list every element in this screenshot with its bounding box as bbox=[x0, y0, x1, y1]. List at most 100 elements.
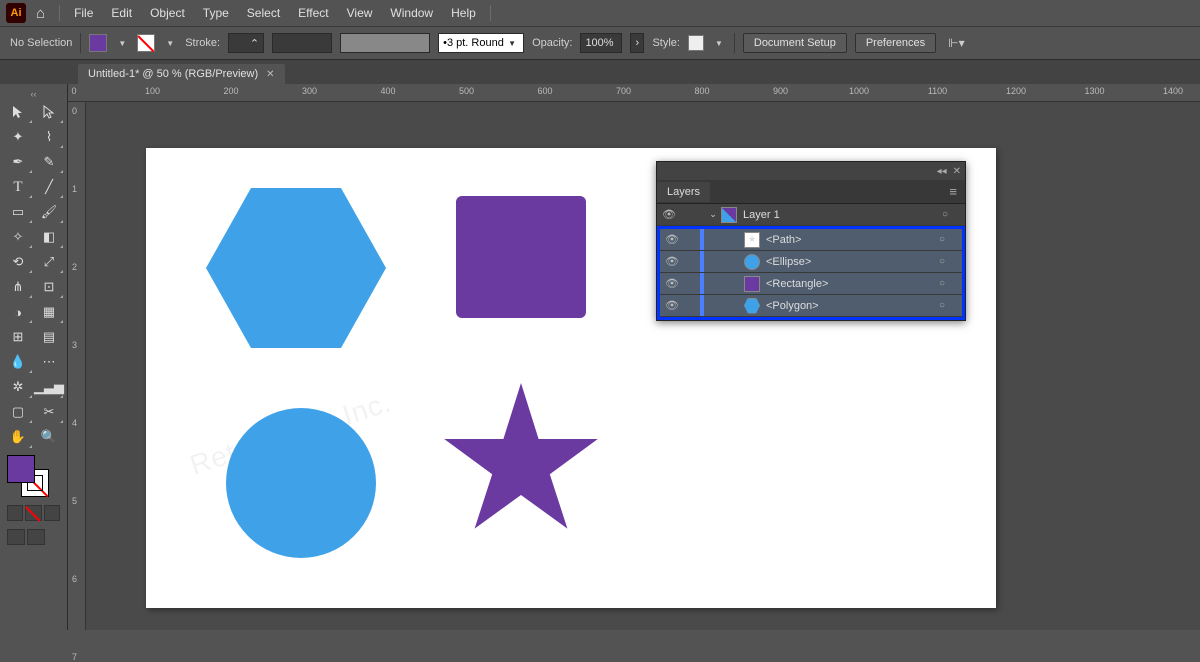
canvas-area[interactable]: Retouching Inc. ◂◂ ✕ Layers ≡ 👁 bbox=[86, 102, 1200, 630]
chevron-down-icon[interactable]: ▼ bbox=[115, 39, 129, 48]
gradient-tool[interactable]: ▤ bbox=[34, 325, 64, 349]
opacity-field[interactable]: 100% bbox=[580, 33, 622, 53]
wand-tool[interactable]: ✦ bbox=[3, 125, 33, 149]
target-icon[interactable]: ○ bbox=[935, 209, 955, 220]
selection-highlight: 👁 ★ <Path> ○ 👁 <Ellipse> bbox=[657, 226, 965, 320]
shaper-tool[interactable]: ✧ bbox=[3, 225, 33, 249]
color-modes[interactable] bbox=[3, 503, 64, 523]
layer-name[interactable]: <Ellipse> bbox=[766, 256, 811, 268]
chevron-down-icon[interactable]: ▼ bbox=[163, 39, 177, 48]
target-icon[interactable]: ○ bbox=[932, 278, 952, 289]
target-icon[interactable]: ○ bbox=[932, 300, 952, 311]
layer-name[interactable]: <Rectangle> bbox=[766, 278, 828, 290]
visibility-icon[interactable]: 👁 bbox=[660, 277, 684, 290]
document-setup-button[interactable]: Document Setup bbox=[743, 33, 847, 53]
curvature-tool[interactable]: ✎ bbox=[34, 150, 64, 174]
symbol-tool[interactable]: ✲ bbox=[3, 375, 33, 399]
star-path-shape[interactable] bbox=[441, 383, 601, 543]
artboard[interactable]: Retouching Inc. ◂◂ ✕ Layers ≡ 👁 bbox=[146, 148, 996, 608]
visibility-icon[interactable]: 👁 bbox=[660, 299, 684, 312]
mesh-tool[interactable]: ⊞ bbox=[3, 325, 33, 349]
layers-tab[interactable]: Layers bbox=[657, 182, 710, 202]
menu-file[interactable]: File bbox=[66, 3, 101, 23]
graph-tool[interactable]: ▁▃▅ bbox=[34, 375, 64, 399]
opacity-label: Opacity: bbox=[532, 37, 572, 49]
fill-swatch[interactable] bbox=[89, 34, 107, 52]
menu-effect[interactable]: Effect bbox=[290, 3, 336, 23]
layer-row-polygon[interactable]: 👁 <Polygon> ○ bbox=[660, 295, 962, 317]
layer-thumb bbox=[721, 207, 737, 223]
stroke-swatch[interactable] bbox=[137, 34, 155, 52]
menu-bar: Ai ⌂ File Edit Object Type Select Effect… bbox=[0, 0, 1200, 26]
chevron-down-icon[interactable]: ▼ bbox=[712, 39, 726, 48]
menu-select[interactable]: Select bbox=[239, 3, 288, 23]
width-tool[interactable]: ⋔ bbox=[3, 275, 33, 299]
menu-window[interactable]: Window bbox=[382, 3, 441, 23]
selection-tool[interactable] bbox=[3, 100, 33, 124]
menu-type[interactable]: Type bbox=[195, 3, 237, 23]
layer-row-ellipse[interactable]: 👁 <Ellipse> ○ bbox=[660, 251, 962, 273]
align-icon[interactable]: ⊩▾ bbox=[948, 36, 964, 50]
menu-view[interactable]: View bbox=[339, 3, 381, 23]
layers-panel[interactable]: ◂◂ ✕ Layers ≡ 👁 ⌄ Layer 1 ○ bbox=[656, 161, 966, 321]
menu-help[interactable]: Help bbox=[443, 3, 484, 23]
visibility-icon[interactable]: 👁 bbox=[660, 255, 684, 268]
screen-modes[interactable] bbox=[3, 527, 64, 547]
fill-box[interactable] bbox=[7, 455, 35, 483]
blend-tool[interactable]: ⋯ bbox=[34, 350, 64, 374]
opacity-arrow[interactable]: › bbox=[630, 33, 644, 53]
perspective-tool[interactable]: ▦ bbox=[34, 300, 64, 324]
rectangle-tool[interactable]: ▭ bbox=[3, 200, 33, 224]
panel-collapse-icon[interactable]: ◂◂ bbox=[937, 166, 947, 177]
free-transform-tool[interactable]: ⊡ bbox=[34, 275, 64, 299]
expand-icon[interactable]: ⌄ bbox=[705, 209, 721, 220]
horizontal-ruler[interactable]: 0100200300400500600700800900100011001200… bbox=[68, 84, 1200, 102]
menu-object[interactable]: Object bbox=[142, 3, 193, 23]
eyedropper-tool[interactable]: 💧 bbox=[3, 350, 33, 374]
layer-row-rectangle[interactable]: 👁 <Rectangle> ○ bbox=[660, 273, 962, 295]
line-tool[interactable]: ╱ bbox=[34, 175, 64, 199]
brush-label: 3 pt. Round bbox=[447, 37, 504, 49]
scale-tool[interactable]: ⤢ bbox=[34, 250, 64, 274]
style-swatch[interactable] bbox=[688, 35, 704, 51]
brush-tool[interactable]: 🖌 bbox=[34, 200, 64, 224]
stroke-profile[interactable] bbox=[272, 33, 332, 53]
lasso-tool[interactable]: ⌇ bbox=[34, 125, 64, 149]
layer-row-path[interactable]: 👁 ★ <Path> ○ bbox=[660, 229, 962, 251]
target-icon[interactable]: ○ bbox=[932, 234, 952, 245]
brush-select[interactable]: • 3 pt. Round ▼ bbox=[438, 33, 524, 53]
vertical-ruler[interactable]: 01234567 bbox=[68, 102, 86, 630]
eraser-tool[interactable]: ◧ bbox=[34, 225, 64, 249]
direct-select-tool[interactable] bbox=[34, 100, 64, 124]
layer-thumb: ★ bbox=[744, 232, 760, 248]
slice-tool[interactable]: ✂ bbox=[34, 400, 64, 424]
panel-menu-icon[interactable]: ≡ bbox=[941, 184, 965, 199]
close-icon[interactable]: ✕ bbox=[266, 69, 274, 80]
visibility-icon[interactable]: 👁 bbox=[660, 233, 684, 246]
brush-def[interactable] bbox=[340, 33, 430, 53]
rotate-tool[interactable]: ⟲ bbox=[3, 250, 33, 274]
hand-tool[interactable]: ✋ bbox=[3, 425, 33, 449]
layer-name[interactable]: Layer 1 bbox=[743, 209, 780, 221]
preferences-button[interactable]: Preferences bbox=[855, 33, 936, 53]
layer-name[interactable]: <Path> bbox=[766, 234, 801, 246]
shape-builder-tool[interactable]: ◑ bbox=[3, 300, 33, 324]
layer-row-parent[interactable]: 👁 ⌄ Layer 1 ○ bbox=[657, 204, 965, 226]
fill-stroke-control[interactable] bbox=[7, 455, 49, 497]
home-icon[interactable]: ⌂ bbox=[36, 5, 45, 22]
ellipse-shape[interactable] bbox=[226, 408, 376, 558]
pen-tool[interactable]: ✒ bbox=[3, 150, 33, 174]
artboard-tool[interactable]: ▢ bbox=[3, 400, 33, 424]
type-tool[interactable]: T bbox=[3, 175, 33, 199]
menu-edit[interactable]: Edit bbox=[103, 3, 140, 23]
panel-grip[interactable]: ‹‹ bbox=[3, 88, 64, 100]
document-tab[interactable]: Untitled-1* @ 50 % (RGB/Preview) ✕ bbox=[78, 64, 285, 84]
panel-close-icon[interactable]: ✕ bbox=[953, 166, 961, 177]
rectangle-shape[interactable] bbox=[456, 196, 586, 318]
target-icon[interactable]: ○ bbox=[932, 256, 952, 267]
stroke-weight-field[interactable]: ⌃ bbox=[228, 33, 264, 53]
polygon-shape[interactable] bbox=[206, 188, 386, 348]
zoom-tool[interactable]: 🔍 bbox=[34, 425, 64, 449]
layer-name[interactable]: <Polygon> bbox=[766, 300, 819, 312]
visibility-icon[interactable]: 👁 bbox=[657, 208, 681, 221]
